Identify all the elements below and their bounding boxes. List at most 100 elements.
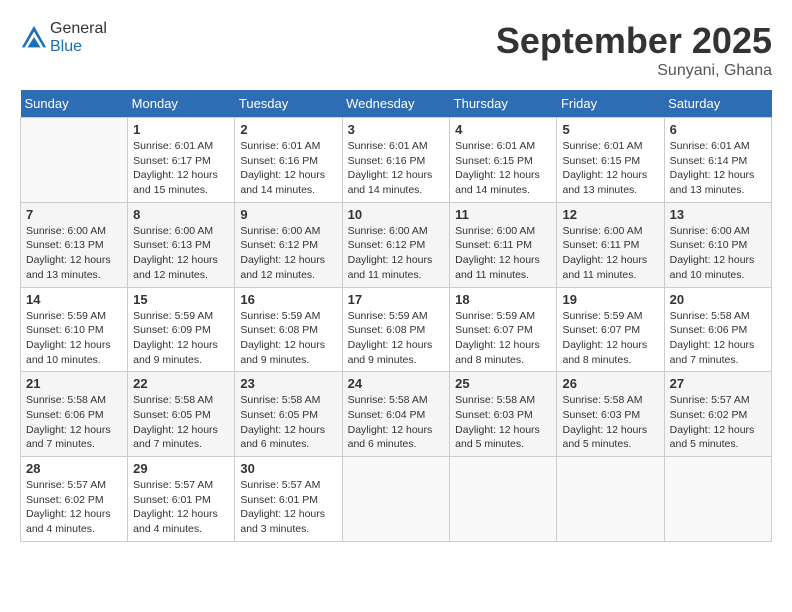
calendar-day-cell: 30Sunrise: 5:57 AM Sunset: 6:01 PM Dayli… [235,457,342,542]
day-number: 28 [26,461,122,476]
day-info: Sunrise: 6:01 AM Sunset: 6:17 PM Dayligh… [133,139,229,198]
day-info: Sunrise: 6:01 AM Sunset: 6:15 PM Dayligh… [455,139,551,198]
page-header: General Blue September 2025 Sunyani, Gha… [20,20,772,80]
logo-icon [20,24,48,52]
title-block: September 2025 Sunyani, Ghana [496,20,772,80]
day-info: Sunrise: 6:01 AM Sunset: 6:16 PM Dayligh… [348,139,445,198]
day-info: Sunrise: 5:58 AM Sunset: 6:04 PM Dayligh… [348,393,445,452]
day-info: Sunrise: 6:01 AM Sunset: 6:15 PM Dayligh… [562,139,658,198]
day-number: 16 [240,292,336,307]
day-number: 21 [26,376,122,391]
day-info: Sunrise: 5:59 AM Sunset: 6:10 PM Dayligh… [26,309,122,368]
column-header-friday: Friday [557,90,664,118]
calendar-day-cell: 9Sunrise: 6:00 AM Sunset: 6:12 PM Daylig… [235,202,342,287]
day-info: Sunrise: 6:01 AM Sunset: 6:14 PM Dayligh… [670,139,766,198]
day-number: 13 [670,207,766,222]
calendar-day-cell: 28 Sunrise: 5:57 AM Sunset: 6:02 PM Dayli… [21,457,128,542]
day-info: Sunrise: 5:57 AM Sunset: 6:01 PM Dayligh… [240,478,336,537]
column-header-saturday: Saturday [664,90,771,118]
calendar-day-cell: 10 Sunrise: 6:00 AM Sunset: 6:12 PM Dayli… [342,202,450,287]
day-number: 24 [348,376,445,391]
calendar-day-cell: 2 Sunrise: 6:01 AM Sunset: 6:16 PM Daylig… [235,118,342,203]
calendar-day-cell: 29 Sunrise: 5:57 AM Sunset: 6:01 PM Dayli… [128,457,235,542]
calendar-day-cell: 19 Sunrise: 5:59 AM Sunset: 6:07 PM Dayli… [557,287,664,372]
day-number: 2 [240,122,336,137]
column-header-sunday: Sunday [21,90,128,118]
day-number: 12 [562,207,658,222]
calendar-day-cell: 25 Sunrise: 5:58 AM Sunset: 6:03 PM Dayli… [450,372,557,457]
day-info: Sunrise: 5:58 AM Sunset: 6:06 PM Dayligh… [670,309,766,368]
calendar-day-cell [557,457,664,542]
day-number: 1 [133,122,229,137]
calendar-week-row: 14 Sunrise: 5:59 AM Sunset: 6:10 PM Dayli… [21,287,772,372]
day-number: 4 [455,122,551,137]
day-number: 5 [562,122,658,137]
calendar-day-cell: 3 Sunrise: 6:01 AM Sunset: 6:16 PM Daylig… [342,118,450,203]
day-info: Sunrise: 6:01 AM Sunset: 6:16 PM Dayligh… [240,139,336,198]
day-number: 27 [670,376,766,391]
day-info: Sunrise: 5:59 AM Sunset: 6:07 PM Dayligh… [455,309,551,368]
calendar-day-cell [664,457,771,542]
calendar-day-cell: 14 Sunrise: 5:59 AM Sunset: 6:10 PM Dayli… [21,287,128,372]
day-info: Sunrise: 5:59 AM Sunset: 6:08 PM Dayligh… [240,309,336,368]
day-info: Sunrise: 6:00 AM Sunset: 6:10 PM Dayligh… [670,224,766,283]
day-info: Sunrise: 5:58 AM Sunset: 6:06 PM Dayligh… [26,393,122,452]
day-number: 19 [562,292,658,307]
calendar-day-cell: 22 Sunrise: 5:58 AM Sunset: 6:05 PM Dayli… [128,372,235,457]
column-header-monday: Monday [128,90,235,118]
day-number: 25 [455,376,551,391]
calendar-day-cell: 4 Sunrise: 6:01 AM Sunset: 6:15 PM Daylig… [450,118,557,203]
calendar-day-cell [342,457,450,542]
logo-general-text: General [50,20,107,37]
day-number: 15 [133,292,229,307]
calendar-day-cell: 11Sunrise: 6:00 AM Sunset: 6:11 PM Dayli… [450,202,557,287]
day-info: Sunrise: 5:58 AM Sunset: 6:03 PM Dayligh… [562,393,658,452]
calendar-day-cell [450,457,557,542]
calendar-day-cell: 8Sunrise: 6:00 AM Sunset: 6:13 PM Daylig… [128,202,235,287]
day-number: 10 [348,207,445,222]
day-number: 23 [240,376,336,391]
calendar-week-row: 7 Sunrise: 6:00 AM Sunset: 6:13 PM Daylig… [21,202,772,287]
day-info: Sunrise: 6:00 AM Sunset: 6:13 PM Dayligh… [133,224,229,283]
day-number: 3 [348,122,445,137]
day-info: Sunrise: 5:59 AM Sunset: 6:08 PM Dayligh… [348,309,445,368]
calendar-day-cell: 1 Sunrise: 6:01 AM Sunset: 6:17 PM Daylig… [128,118,235,203]
day-number: 14 [26,292,122,307]
day-info: Sunrise: 5:58 AM Sunset: 6:03 PM Dayligh… [455,393,551,452]
day-info: Sunrise: 6:00 AM Sunset: 6:11 PM Dayligh… [455,224,551,283]
day-info: Sunrise: 5:57 AM Sunset: 6:02 PM Dayligh… [670,393,766,452]
calendar-day-cell: 12 Sunrise: 6:00 AM Sunset: 6:11 PM Dayli… [557,202,664,287]
day-info: Sunrise: 5:57 AM Sunset: 6:01 PM Dayligh… [133,478,229,537]
column-header-thursday: Thursday [450,90,557,118]
calendar-day-cell [21,118,128,203]
day-info: Sunrise: 5:58 AM Sunset: 6:05 PM Dayligh… [240,393,336,452]
day-info: Sunrise: 6:00 AM Sunset: 6:11 PM Dayligh… [562,224,658,283]
day-number: 20 [670,292,766,307]
day-info: Sunrise: 6:00 AM Sunset: 6:12 PM Dayligh… [348,224,445,283]
day-number: 18 [455,292,551,307]
calendar-day-cell: 13 Sunrise: 6:00 AM Sunset: 6:10 PM Dayli… [664,202,771,287]
day-info: Sunrise: 5:59 AM Sunset: 6:09 PM Dayligh… [133,309,229,368]
calendar-table: SundayMondayTuesdayWednesdayThursdayFrid… [20,90,772,542]
calendar-header-row: SundayMondayTuesdayWednesdayThursdayFrid… [21,90,772,118]
calendar-day-cell: 16 Sunrise: 5:59 AM Sunset: 6:08 PM Dayli… [235,287,342,372]
calendar-day-cell: 18 Sunrise: 5:59 AM Sunset: 6:07 PM Dayli… [450,287,557,372]
location: Sunyani, Ghana [496,62,772,80]
day-info: Sunrise: 5:57 AM Sunset: 6:02 PM Dayligh… [26,478,122,537]
day-number: 6 [670,122,766,137]
calendar-week-row: 21 Sunrise: 5:58 AM Sunset: 6:06 PM Dayli… [21,372,772,457]
calendar-day-cell: 24 Sunrise: 5:58 AM Sunset: 6:04 PM Dayli… [342,372,450,457]
calendar-day-cell: 26Sunrise: 5:58 AM Sunset: 6:03 PM Dayli… [557,372,664,457]
calendar-day-cell: 6 Sunrise: 6:01 AM Sunset: 6:14 PM Daylig… [664,118,771,203]
day-info: Sunrise: 5:58 AM Sunset: 6:05 PM Dayligh… [133,393,229,452]
day-number: 29 [133,461,229,476]
day-number: 17 [348,292,445,307]
day-number: 7 [26,207,122,222]
day-number: 22 [133,376,229,391]
calendar-day-cell: 20 Sunrise: 5:58 AM Sunset: 6:06 PM Dayli… [664,287,771,372]
day-info: Sunrise: 5:59 AM Sunset: 6:07 PM Dayligh… [562,309,658,368]
logo-blue-text: Blue [50,38,82,55]
calendar-day-cell: 15 Sunrise: 5:59 AM Sunset: 6:09 PM Dayli… [128,287,235,372]
column-header-wednesday: Wednesday [342,90,450,118]
calendar-day-cell: 5 Sunrise: 6:01 AM Sunset: 6:15 PM Daylig… [557,118,664,203]
